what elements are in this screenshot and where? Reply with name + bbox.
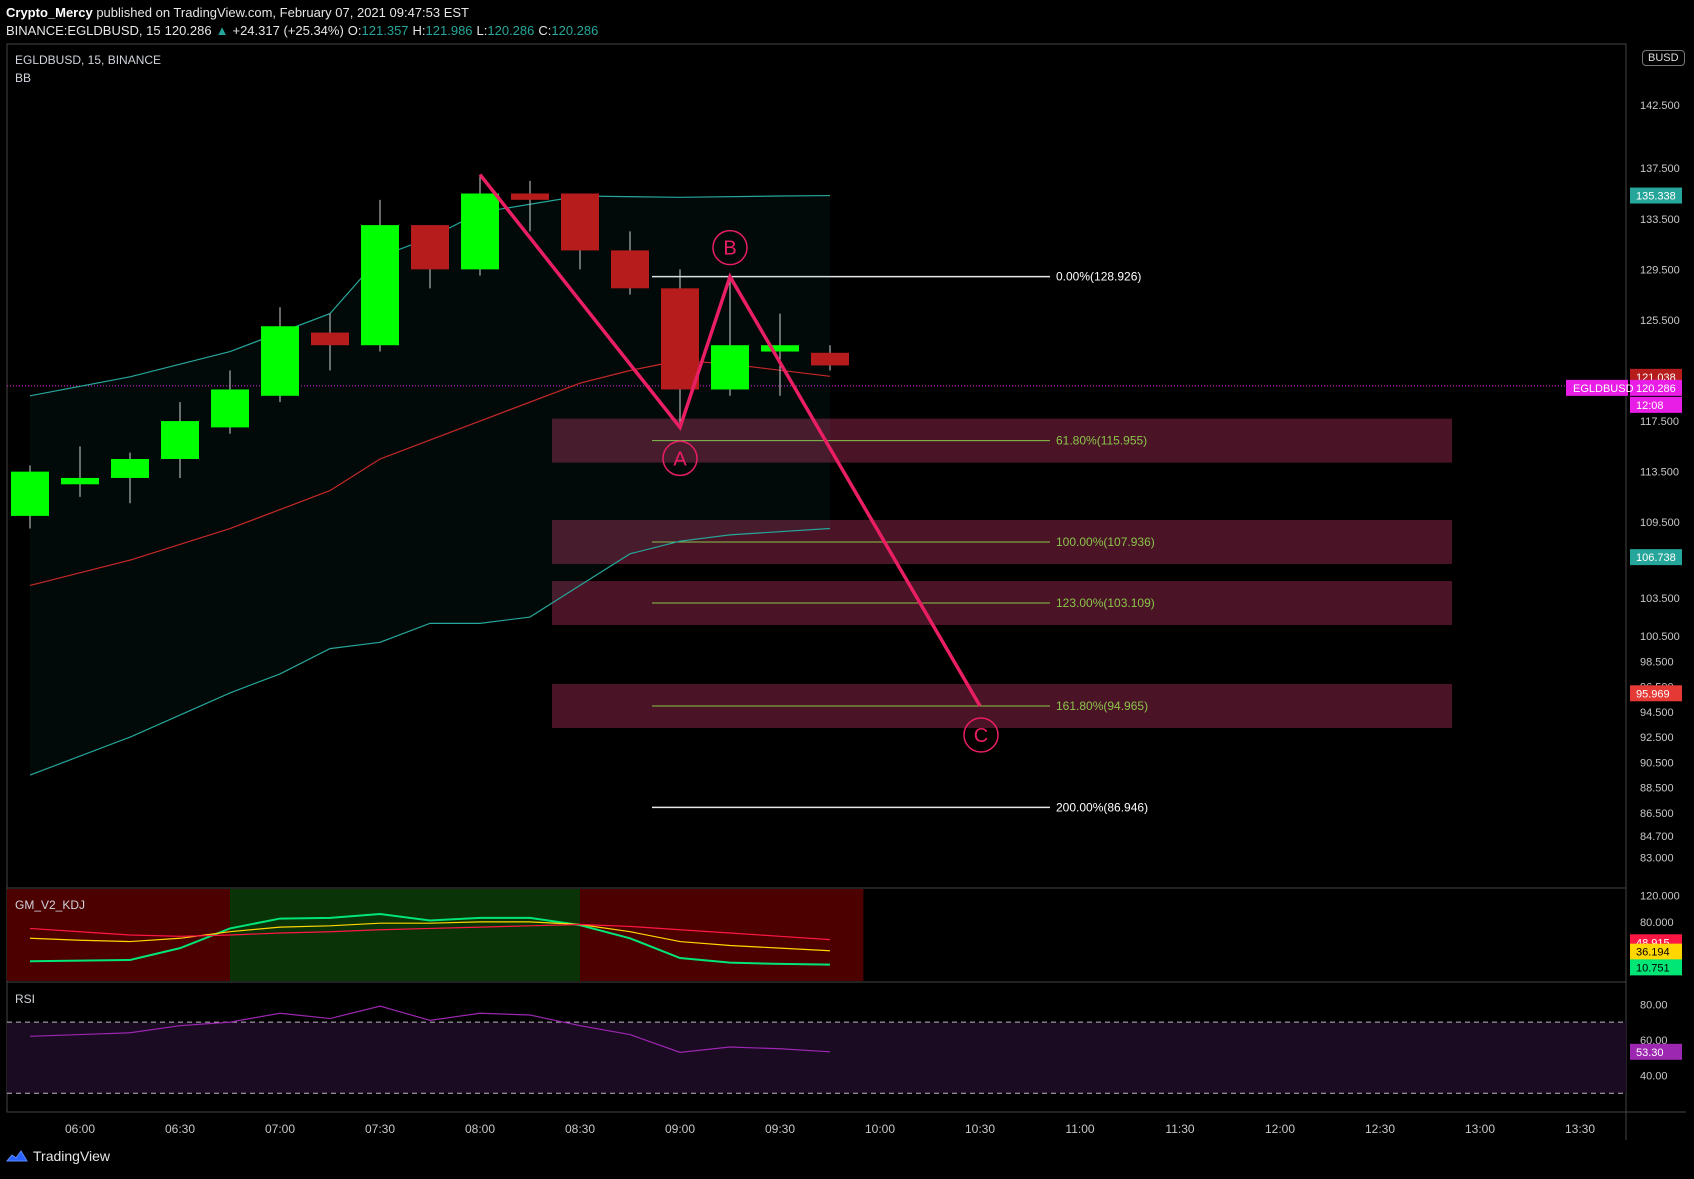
price-tick-label: 137.500	[1640, 163, 1680, 175]
time-tick-label: 12:30	[1365, 1122, 1395, 1136]
rsi-band-fill	[7, 1022, 1626, 1094]
time-tick-label: 07:30	[365, 1122, 395, 1136]
footer-brand[interactable]: TradingView	[6, 1148, 110, 1164]
time-tick-label: 10:30	[965, 1122, 995, 1136]
time-tick-label: 07:00	[265, 1122, 295, 1136]
candle-body	[361, 225, 399, 346]
time-tick-label: 08:00	[465, 1122, 495, 1136]
time-tick-label: 09:00	[665, 1122, 695, 1136]
time-tick-label: 06:00	[65, 1122, 95, 1136]
price-tick-label: 142.500	[1640, 100, 1680, 112]
footer-brand-text: TradingView	[33, 1148, 111, 1164]
last-price-tag: 120.286	[1636, 383, 1676, 395]
rsi-tick-label: 40.00	[1640, 1070, 1668, 1082]
chart-canvas[interactable]: 0.00%(128.926) 61.80%(115.955) 100.00%(107…	[0, 0, 1694, 1179]
price-tick-label: 133.500	[1640, 214, 1680, 226]
time-tick-label: 11:00	[1065, 1122, 1094, 1136]
price-tick-label: 92.500	[1640, 732, 1674, 744]
price-tick-label: 98.500	[1640, 656, 1674, 668]
kdj-k-value-tag: 10.751	[1636, 962, 1670, 974]
fib-level-label: 0.00%(128.926)	[1056, 270, 1141, 284]
kdj-tick-label: 120.000	[1640, 891, 1680, 903]
rsi-indicator-label[interactable]: RSI	[15, 992, 35, 1006]
candle-body	[611, 250, 649, 289]
time-tick-label: 10:00	[865, 1122, 895, 1136]
candle-body	[11, 471, 49, 516]
time-tick-label: 09:30	[765, 1122, 795, 1136]
bar-countdown-tag: 12:08	[1636, 400, 1664, 412]
candle-body	[511, 193, 549, 200]
symbol-name-tag: EGLDBUSD	[1573, 383, 1634, 395]
candle-body	[811, 352, 849, 366]
fib-level-label: 161.80%(94.965)	[1056, 699, 1148, 713]
time-tick-label: 12:00	[1265, 1122, 1295, 1136]
fib-level-label: 123.00%(103.109)	[1056, 596, 1155, 610]
price-tick-label: 109.500	[1640, 517, 1680, 529]
candle-body	[311, 332, 349, 346]
candle-body	[661, 288, 699, 390]
price-tick-label: 90.500	[1640, 757, 1674, 769]
pattern-point-b-label: B	[723, 238, 736, 260]
time-tick-label: 13:30	[1565, 1122, 1595, 1136]
fib-level-label: 61.80%(115.955)	[1056, 434, 1147, 448]
candle-body	[61, 477, 99, 485]
bb-upper-price-tag: 135.338	[1636, 191, 1676, 203]
rsi-value-tag: 53.30	[1636, 1047, 1664, 1059]
candle-body	[261, 326, 299, 396]
kdj-indicator-label[interactable]: GM_V2_KDJ	[15, 898, 85, 912]
kdj-region-green	[230, 889, 580, 981]
price-tick-label: 103.500	[1640, 593, 1680, 605]
candle-body	[211, 389, 249, 428]
candle-body	[761, 345, 799, 352]
pattern-point-a-label: A	[673, 448, 687, 470]
price-tick-label: 113.500	[1640, 467, 1679, 479]
kdj-d-value-tag: 36.194	[1636, 947, 1670, 959]
bb-indicator-label[interactable]: BB	[15, 71, 31, 85]
candle-body	[111, 459, 149, 478]
alert-price-tag: 95.969	[1636, 688, 1670, 700]
currency-badge[interactable]: BUSD	[1642, 50, 1685, 66]
candle-body	[161, 421, 199, 459]
price-tick-label: 83.000	[1640, 852, 1674, 864]
price-tick-label: 84.700	[1640, 831, 1674, 843]
candle-body	[561, 193, 599, 251]
kdj-region-red	[580, 889, 864, 981]
candle-body	[711, 345, 749, 390]
fib-level-label: 100.00%(107.936)	[1056, 535, 1155, 549]
pane-symbol-title: EGLDBUSD, 15, BINANCE	[15, 53, 161, 67]
price-tick-label: 125.500	[1640, 315, 1680, 327]
price-tick-label: 100.500	[1640, 631, 1680, 643]
kdj-tick-label: 80.000	[1640, 917, 1674, 929]
price-tick-label: 94.500	[1640, 707, 1674, 719]
candle-body	[461, 193, 499, 270]
tradingview-logo-icon	[6, 1150, 28, 1162]
pattern-point-c-label: C	[974, 725, 988, 747]
price-tick-label: 86.500	[1640, 808, 1674, 820]
price-tick-label: 88.500	[1640, 783, 1674, 795]
time-tick-label: 06:30	[165, 1122, 195, 1136]
candle-body	[411, 225, 449, 270]
time-tick-label: 08:30	[565, 1122, 595, 1136]
rsi-tick-label: 80.00	[1640, 999, 1668, 1011]
time-tick-label: 13:00	[1465, 1122, 1495, 1136]
fib-level-label: 200.00%(86.946)	[1056, 800, 1148, 814]
time-tick-label: 11:30	[1165, 1122, 1194, 1136]
bb-lower-price-tag: 106.738	[1636, 552, 1676, 564]
price-tick-label: 129.500	[1640, 264, 1680, 276]
price-tick-label: 117.500	[1640, 416, 1679, 428]
kdj-pane	[7, 889, 864, 981]
